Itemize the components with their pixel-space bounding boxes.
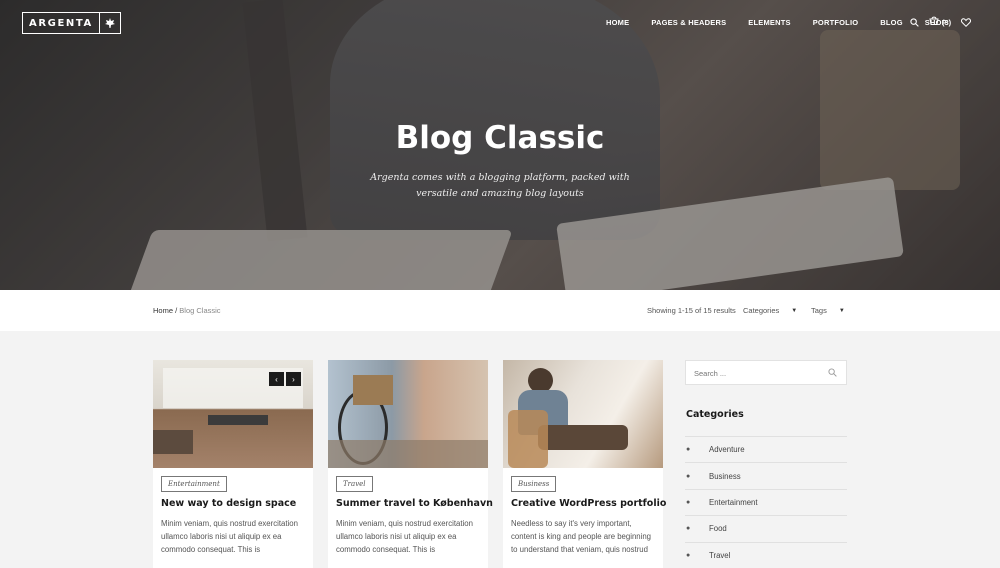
category-item[interactable]: ● Travel: [685, 541, 847, 568]
post-category-tag[interactable]: Entertainment: [161, 476, 227, 492]
breadcrumb-home-link[interactable]: Home: [153, 306, 173, 315]
nav-icons: (3): [910, 16, 981, 28]
post-title[interactable]: Summer travel to København: [336, 498, 493, 509]
breadcrumb-current: Blog Classic: [179, 306, 221, 315]
categories-list: ● Adventure ● Business ● Entertainment ● Foo…: [685, 436, 847, 568]
blog-post-card[interactable]: Business Creative WordPress portfolio Ne…: [503, 360, 666, 568]
bullet-icon: ●: [686, 551, 691, 559]
image-detail: [153, 430, 193, 454]
category-label: Travel: [709, 550, 731, 560]
category-item[interactable]: ● Entertainment: [685, 488, 847, 515]
results-count: Showing 1-15 of 15 results: [647, 306, 736, 315]
breadcrumb: Home / Blog Classic: [153, 306, 221, 315]
blog-post-card[interactable]: Travel Summer travel to København Minim …: [328, 360, 493, 568]
image-detail: [328, 440, 488, 468]
filter-bar: Home / Blog Classic Showing 1-15 of 15 r…: [0, 290, 1000, 331]
post-image[interactable]: [328, 360, 488, 468]
post-title[interactable]: New way to design space: [161, 498, 296, 509]
category-item[interactable]: ● Adventure: [685, 436, 847, 462]
category-item[interactable]: ● Food: [685, 515, 847, 541]
categories-heading: Categories: [686, 409, 744, 420]
bullet-icon: ●: [686, 525, 691, 533]
bullet-icon: ●: [686, 498, 691, 506]
caret-down-icon: ▼: [838, 307, 845, 314]
menu-item-home[interactable]: HOME: [606, 18, 629, 27]
menu-item-elements[interactable]: ELEMENTS: [748, 18, 790, 27]
post-excerpt: Minim veniam, quis nostrud exercitation …: [161, 519, 298, 554]
tags-dropdown[interactable]: Tags ▼: [811, 306, 845, 315]
menu-item-blog[interactable]: BLOG: [880, 18, 902, 27]
heart-icon[interactable]: [961, 17, 972, 27]
page-subtitle: Argenta comes with a blogging platform, …: [370, 172, 630, 199]
search-input[interactable]: [694, 369, 814, 378]
post-excerpt: Needless to say it's very important, con…: [511, 519, 652, 554]
blog-post-card[interactable]: ‹ › Entertainment New way to design spac…: [153, 360, 313, 568]
image-detail: [538, 425, 628, 450]
post-image[interactable]: [503, 360, 663, 468]
cart-button[interactable]: (3): [929, 16, 951, 28]
maple-leaf-icon: [98, 13, 120, 33]
post-title[interactable]: Creative WordPress portfolio: [511, 498, 666, 509]
category-label: Adventure: [709, 445, 745, 455]
chevron-left-icon[interactable]: ‹: [269, 372, 284, 386]
image-detail: [508, 410, 548, 468]
post-category-tag[interactable]: Business: [511, 476, 557, 492]
logo[interactable]: ARGENTA: [22, 12, 121, 34]
top-navigation: ARGENTA HOME PAGES & HEADERS ELEMENTS PO…: [0, 0, 1000, 46]
post-category-tag[interactable]: Travel: [336, 476, 373, 492]
menu-item-pages-headers[interactable]: PAGES & HEADERS: [651, 18, 726, 27]
image-detail: [353, 375, 393, 405]
cart-count: (3): [942, 17, 952, 27]
post-excerpt: Minim veniam, quis nostrud exercitation …: [336, 519, 473, 554]
menu-item-portfolio[interactable]: PORTFOLIO: [813, 18, 859, 27]
slider-arrows: ‹ ›: [267, 372, 301, 386]
search-icon[interactable]: [910, 17, 919, 27]
image-detail: [208, 415, 268, 425]
category-label: Entertainment: [709, 497, 758, 507]
category-label: Food: [709, 524, 727, 534]
category-item[interactable]: ● Business: [685, 462, 847, 488]
caret-down-icon: ▼: [791, 307, 798, 314]
bullet-icon: ●: [686, 446, 691, 454]
post-image[interactable]: ‹ ›: [153, 360, 313, 468]
cart-icon: [929, 16, 939, 28]
search-icon[interactable]: [828, 368, 837, 379]
category-label: Business: [709, 471, 741, 481]
tags-dropdown-label: Tags: [811, 306, 827, 315]
categories-dropdown[interactable]: Categories ▼: [743, 306, 797, 315]
logo-text: ARGENTA: [29, 17, 93, 29]
page-title: Blog Classic: [395, 120, 605, 156]
bullet-icon: ●: [686, 472, 691, 480]
sidebar-search: [685, 360, 847, 385]
categories-dropdown-label: Categories: [743, 306, 780, 315]
chevron-right-icon[interactable]: ›: [286, 372, 301, 386]
breadcrumb-separator: /: [175, 306, 178, 315]
